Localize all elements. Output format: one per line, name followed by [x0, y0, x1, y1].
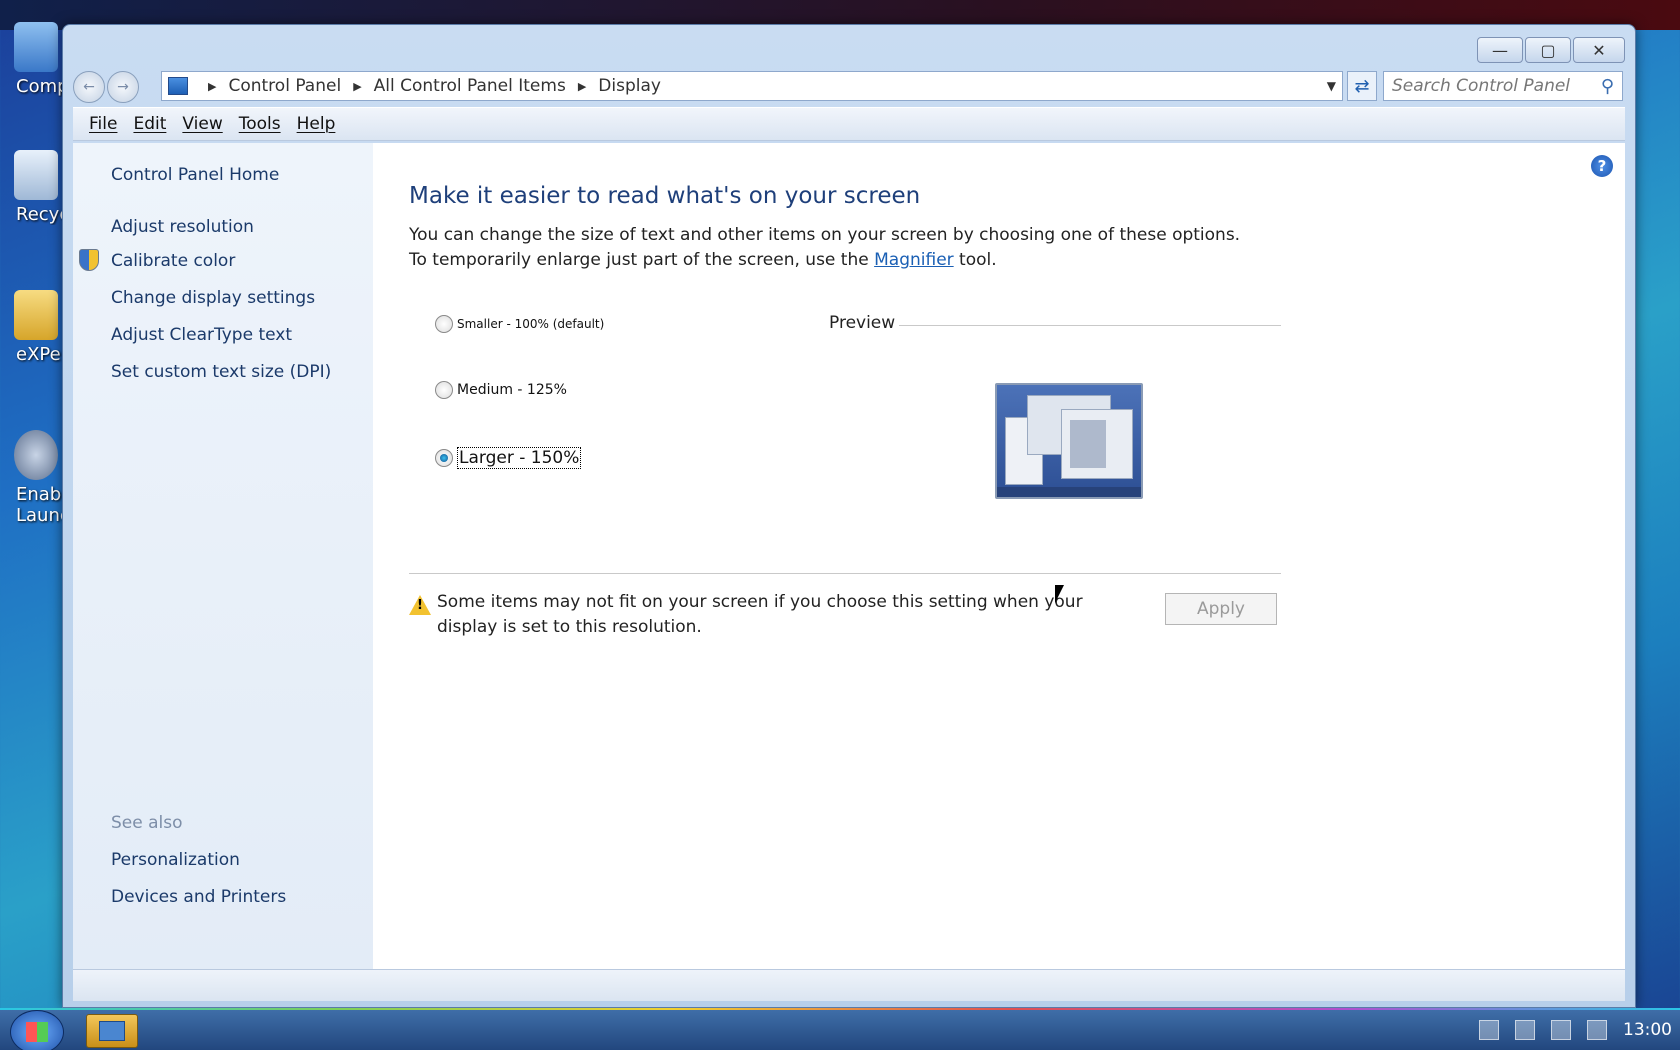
taskbar: 13:00	[0, 1008, 1680, 1050]
minimize-icon: —	[1492, 40, 1508, 60]
option-medium[interactable]: Medium - 125%	[435, 381, 567, 399]
preview-window-icon	[1061, 409, 1133, 479]
sidebar-item-change-display-settings[interactable]: Change display settings	[111, 288, 315, 308]
caption-buttons: — ▢ ✕	[1477, 37, 1625, 63]
close-icon: ✕	[1592, 40, 1606, 60]
sidebar-item-custom-dpi[interactable]: Set custom text size (DPI)	[111, 362, 331, 382]
main-panel: ? Make it easier to read what's on your …	[373, 143, 1625, 969]
desktop-icon-recycle-bin[interactable]: Recycl	[6, 150, 66, 225]
search-placeholder: Search Control Panel	[1392, 76, 1571, 96]
computer-icon	[14, 22, 58, 72]
option-larger[interactable]: Larger - 150%	[435, 447, 582, 469]
page-description: You can change the size of text and othe…	[409, 223, 1249, 273]
preview-label: Preview	[829, 313, 896, 333]
maximize-button[interactable]: ▢	[1525, 37, 1571, 63]
menu-tools[interactable]: Tools	[239, 114, 281, 134]
sidebar-item-adjust-cleartype[interactable]: Adjust ClearType text	[111, 325, 292, 345]
forward-button[interactable]: →	[107, 71, 139, 103]
control-panel-icon	[168, 77, 188, 95]
search-input[interactable]: Search Control Panel ⚲	[1383, 71, 1623, 101]
network-icon[interactable]	[1551, 1020, 1571, 1040]
content-area: Control Panel Home Adjust resolution Cal…	[73, 143, 1625, 969]
shield-icon	[79, 249, 99, 271]
sidebar-item-personalization[interactable]: Personalization	[111, 850, 240, 870]
desktop-icon-launcher[interactable]: Enable Launc	[6, 430, 66, 526]
refresh-icon: ⇄	[1354, 75, 1370, 97]
menu-file[interactable]: File	[89, 114, 117, 134]
breadcrumb-all-items[interactable]: All Control Panel Items	[374, 76, 566, 96]
sidebar: Control Panel Home Adjust resolution Cal…	[73, 143, 373, 969]
status-bar	[73, 969, 1625, 1001]
help-icon[interactable]: ?	[1591, 155, 1613, 177]
option-medium-label: Medium - 125%	[457, 382, 567, 398]
start-button[interactable]	[10, 1010, 64, 1050]
mouse-cursor-icon	[1055, 585, 1064, 603]
radio-smaller[interactable]	[435, 315, 453, 333]
refresh-button[interactable]: ⇄	[1347, 71, 1377, 101]
close-button[interactable]: ✕	[1573, 37, 1625, 63]
see-also-heading: See also	[111, 813, 183, 833]
breadcrumb-chevron-icon[interactable]: ▶	[578, 80, 586, 93]
sidebar-item-control-panel-home[interactable]: Control Panel Home	[111, 165, 279, 185]
section-divider	[409, 573, 1281, 574]
control-panel-window: — ▢ ✕ ← → ▶ Control Panel ▶ All Control …	[62, 24, 1636, 1008]
option-larger-label: Larger - 150%	[457, 447, 582, 469]
breadcrumb-display[interactable]: Display	[598, 76, 661, 96]
control-panel-icon	[99, 1021, 125, 1041]
volume-muted-icon[interactable]	[1587, 1020, 1607, 1040]
windows-logo-icon	[26, 1022, 48, 1042]
breadcrumb-chevron-icon[interactable]: ▶	[353, 80, 361, 93]
desktop-icon-computer[interactable]: Comp	[6, 22, 66, 97]
description-text: You can change the size of text and othe…	[409, 225, 1241, 270]
address-dropdown-icon[interactable]: ▼	[1327, 79, 1336, 93]
recycle-bin-icon	[14, 150, 58, 200]
folder-icon	[14, 290, 58, 340]
clock[interactable]: 13:00	[1623, 1020, 1672, 1040]
option-smaller-label: Smaller - 100% (default)	[457, 317, 605, 331]
warning-text: Some items may not fit on your screen if…	[437, 592, 1083, 637]
back-arrow-icon: ←	[83, 79, 95, 95]
preview-divider	[899, 325, 1281, 326]
document-icon[interactable]	[1479, 1020, 1499, 1040]
radio-larger[interactable]	[435, 449, 453, 467]
magnifier-link[interactable]: Magnifier	[874, 250, 954, 270]
breadcrumb-chevron-icon[interactable]: ▶	[208, 80, 216, 93]
preview-taskbar	[997, 487, 1141, 497]
taskbar-item-control-panel[interactable]	[86, 1014, 138, 1048]
launcher-icon	[14, 430, 58, 480]
search-icon[interactable]: ⚲	[1601, 76, 1614, 97]
address-bar[interactable]: ▶ Control Panel ▶ All Control Panel Item…	[161, 71, 1343, 101]
sidebar-item-adjust-resolution[interactable]: Adjust resolution	[111, 217, 254, 237]
forward-arrow-icon: →	[117, 79, 129, 95]
menu-view[interactable]: View	[182, 114, 222, 134]
sidebar-item-devices-printers[interactable]: Devices and Printers	[111, 887, 286, 907]
breadcrumb-control-panel[interactable]: Control Panel	[228, 76, 341, 96]
description-text-end: tool.	[953, 250, 997, 270]
system-tray: 13:00	[1479, 1010, 1672, 1050]
menu-help[interactable]: Help	[297, 114, 336, 134]
restore-icon: ▢	[1540, 40, 1556, 60]
page-title: Make it easier to read what's on your sc…	[409, 183, 921, 209]
menu-edit[interactable]: Edit	[133, 114, 166, 134]
sidebar-item-calibrate-color[interactable]: Calibrate color	[111, 251, 235, 271]
radio-medium[interactable]	[435, 381, 453, 399]
option-smaller[interactable]: Smaller - 100% (default)	[435, 315, 604, 333]
preview-image	[995, 383, 1143, 499]
menu-bar: File Edit View Tools Help	[73, 107, 1625, 141]
warning-icon	[409, 595, 431, 615]
desktop-icon-folder[interactable]: eXPeri	[6, 290, 66, 365]
action-center-flag-icon[interactable]	[1515, 1020, 1535, 1040]
minimize-button[interactable]: —	[1477, 37, 1523, 63]
apply-button[interactable]: Apply	[1165, 593, 1277, 625]
back-button[interactable]: ←	[73, 71, 105, 103]
